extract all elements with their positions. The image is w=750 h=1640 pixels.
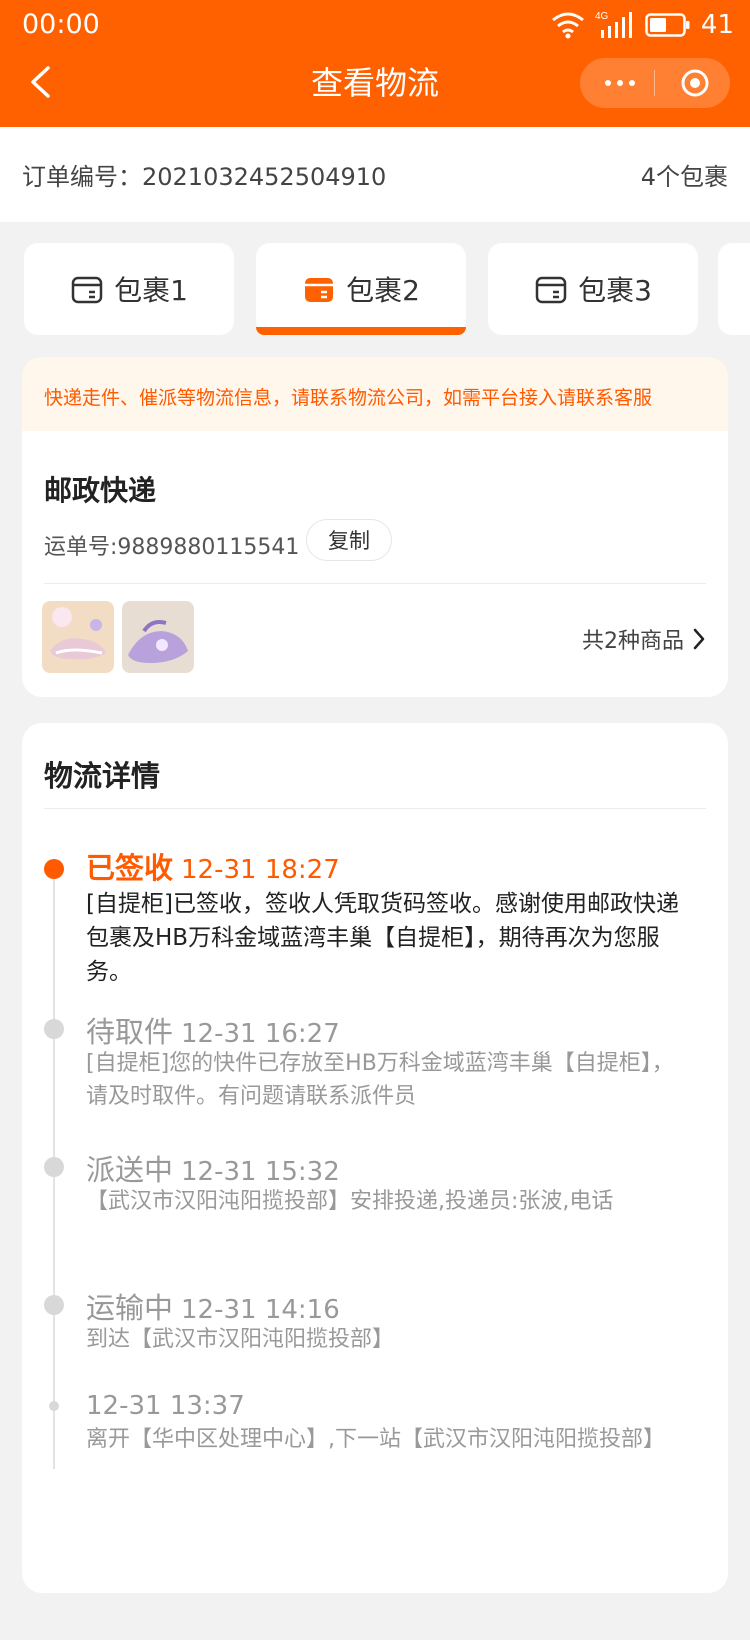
battery-level: 41 — [700, 10, 734, 40]
order-number: 订单编号：2021032452504910 — [22, 163, 387, 191]
timeline-dot — [44, 1295, 64, 1315]
waybill-number: 运单号:9889880115541 — [44, 535, 300, 560]
cellular-signal-icon: 4G — [595, 11, 632, 38]
package-tabs: 包裹1 包裹2 包裹3 — [0, 243, 750, 335]
detail-title: 物流详情 — [44, 759, 161, 793]
goods-count-text: 共2种商品 — [582, 629, 684, 654]
goods-count-link[interactable]: 共2种商品 — [582, 623, 706, 655]
tab-package-2[interactable]: 包裹2 — [256, 243, 466, 335]
product-thumbnail[interactable] — [122, 601, 194, 673]
event-status: 派送中 — [86, 1153, 174, 1187]
chevron-right-icon — [693, 628, 705, 650]
status-bar: 00:00 4G 41 — [0, 0, 750, 50]
divider — [44, 583, 706, 584]
package-count: 4个包裹 — [640, 163, 728, 191]
product-thumbnail[interactable] — [42, 601, 114, 673]
event-header: 运输中 12-31 14:16 — [86, 1285, 340, 1327]
logistics-notice: 快递走件、催派等物流信息，请联系物流公司，如需平台接入请联系客服 — [22, 357, 728, 431]
timeline-dot — [49, 1401, 59, 1411]
event-time: 12-31 18:27 — [181, 855, 340, 885]
event-description: [自提柜]您的快件已存放至HB万科金域蓝湾丰巢【自提柜】，请及时取件。有问题请联… — [86, 1051, 674, 1109]
tab-label: 包裹1 — [114, 274, 188, 307]
event-header: 派送中 12-31 15:32 — [86, 1147, 340, 1189]
header: 00:00 4G 41 查看物流 — [0, 0, 750, 127]
event-status: 已签收 — [86, 851, 174, 885]
event-description: 到达【武汉市汉阳沌阳揽投部】 — [86, 1327, 395, 1352]
event-description: 【武汉市汉阳沌阳揽投部】安排投递,投递员:张波,电话 — [86, 1189, 614, 1214]
package-box-icon — [71, 276, 103, 304]
event-description: 离开【华中区处理中心】,下一站【武汉市汉阳沌阳揽投部】 — [86, 1427, 665, 1452]
battery-icon — [645, 13, 690, 37]
order-bar: 订单编号：2021032452504910 4个包裹 — [0, 127, 750, 222]
timeline-dot — [44, 1157, 64, 1177]
tab-package-4[interactable] — [718, 243, 750, 335]
carrier-name: 邮政快递 — [44, 474, 157, 507]
status-icons: 4G 41 — [551, 8, 734, 42]
event-header: 已签收 12-31 18:27 — [86, 845, 340, 887]
mini-program-capsule — [580, 58, 730, 108]
target-circle-icon[interactable] — [680, 68, 710, 98]
express-card: 快递走件、催派等物流信息，请联系物流公司，如需平台接入请联系客服 邮政快递 运单… — [22, 357, 728, 697]
tab-label: 包裹2 — [346, 274, 420, 307]
timeline-dot — [44, 1019, 64, 1039]
active-tab-indicator — [256, 327, 466, 335]
package-box-icon — [535, 276, 567, 304]
divider — [44, 808, 706, 809]
more-dots-icon[interactable] — [600, 70, 640, 96]
tab-label: 包裹3 — [578, 274, 652, 307]
tab-package-3[interactable]: 包裹3 — [488, 243, 698, 335]
package-box-icon — [305, 278, 334, 302]
event-description: [自提柜]已签收，签收人凭取货码签收。感谢使用邮政快递包裹及HB万科金域蓝湾丰巢… — [86, 891, 679, 985]
event-time: 12-31 14:16 — [181, 1295, 340, 1325]
network-type-text: 4G — [595, 11, 609, 22]
status-time: 00:00 — [22, 9, 100, 40]
copy-button[interactable]: 复制 — [306, 519, 392, 561]
event-status: 运输中 — [86, 1291, 174, 1325]
event-status: 待取件 — [86, 1015, 174, 1049]
tab-package-1[interactable]: 包裹1 — [24, 243, 234, 335]
capsule-divider — [654, 70, 655, 96]
event-time: 12-31 15:32 — [181, 1157, 340, 1187]
event-time: 12-31 13:37 — [86, 1391, 245, 1421]
event-time: 12-31 16:27 — [181, 1019, 340, 1049]
event-header: 待取件 12-31 16:27 — [86, 1009, 340, 1051]
logistics-detail-card: 物流详情 已签收 12-31 18:27 [自提柜]已签收，签收人凭取货码签收。感… — [22, 723, 728, 1593]
wifi-icon — [551, 12, 584, 39]
event-header: 12-31 13:37 — [86, 1387, 245, 1421]
timeline-dot — [44, 859, 64, 879]
